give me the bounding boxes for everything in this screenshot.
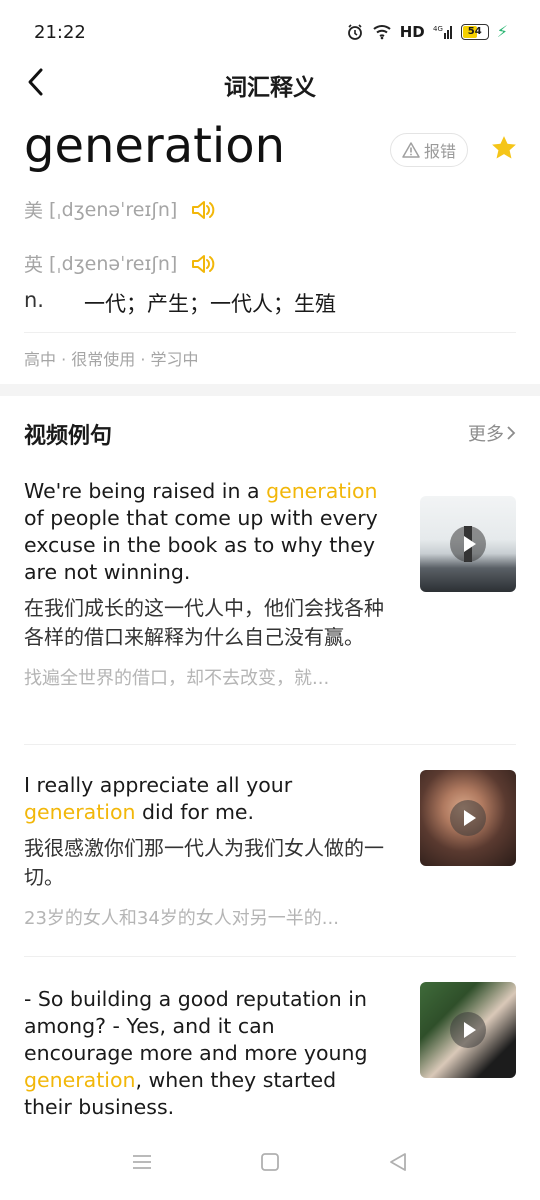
pron-us-label: 美 bbox=[24, 200, 44, 222]
pron-uk-label: 英 bbox=[24, 254, 44, 276]
more-label: 更多 bbox=[468, 424, 504, 445]
divider bbox=[24, 332, 516, 333]
warning-icon bbox=[402, 142, 420, 158]
play-icon bbox=[450, 800, 486, 836]
pronunciation-uk: 英 [ˌdʒenəˈreɪʃn] bbox=[24, 250, 217, 277]
keyword-highlight: generation bbox=[24, 800, 136, 824]
video-thumbnail[interactable] bbox=[420, 982, 516, 1078]
status-icons: HD 4G 54 ⚡ bbox=[346, 22, 508, 41]
speaker-icon[interactable] bbox=[191, 199, 217, 221]
keyword-highlight: generation bbox=[266, 479, 378, 503]
top-nav: 词汇释义 bbox=[0, 56, 540, 108]
example-item[interactable]: I really appreciate all your generation … bbox=[24, 770, 516, 930]
example-zh: 在我们成长的这一代人中，他们会找各种各样的借口来解释为什么自己没有赢。 bbox=[24, 596, 384, 649]
pron-us-phonetic: [ˌdʒenəˈreɪʃn] bbox=[49, 198, 178, 221]
example-source: 找遍全世界的借口，却不去改变，就... bbox=[24, 668, 330, 689]
section-separator bbox=[0, 384, 540, 396]
play-icon bbox=[450, 526, 486, 562]
definition-row: n. 一代；产生；一代人；生殖 bbox=[24, 288, 336, 318]
menu-icon[interactable] bbox=[131, 1152, 153, 1172]
word-tags: 高中 · 很常使用 · 学习中 bbox=[24, 350, 199, 369]
example-item[interactable]: We're being raised in a generation of pe… bbox=[24, 478, 516, 690]
report-label: 报错 bbox=[423, 142, 456, 161]
play-icon bbox=[450, 1012, 486, 1048]
example-item[interactable]: - So building a good reputation in among… bbox=[24, 982, 516, 1121]
page-title: 词汇释义 bbox=[224, 75, 316, 101]
section-title: 视频例句 bbox=[24, 424, 113, 449]
pron-uk-phonetic: [ˌdʒenəˈreɪʃn] bbox=[49, 252, 178, 275]
definition-text: 一代；产生；一代人；生殖 bbox=[84, 292, 336, 316]
example-en: We're being raised in a generation of pe… bbox=[24, 479, 378, 584]
network-label: HD bbox=[399, 22, 425, 41]
status-time: 21:22 bbox=[34, 22, 86, 43]
keyword-highlight: generation bbox=[24, 1068, 136, 1092]
pronunciation-us: 美 [ˌdʒenəˈreɪʃn] bbox=[24, 196, 217, 223]
divider bbox=[24, 744, 516, 745]
home-icon[interactable] bbox=[259, 1152, 281, 1172]
speaker-icon[interactable] bbox=[191, 253, 217, 275]
system-nav-bar bbox=[0, 1132, 540, 1200]
chevron-right-icon bbox=[507, 426, 516, 440]
back-triangle-icon[interactable] bbox=[387, 1152, 409, 1172]
headword: generation bbox=[24, 118, 286, 174]
example-en: - So building a good reputation in among… bbox=[24, 987, 368, 1119]
signal-icon: 4G bbox=[433, 25, 452, 39]
alarm-icon bbox=[347, 23, 362, 40]
status-bar: 21:22 HD 4G 54 ⚡ bbox=[0, 0, 540, 64]
video-thumbnail[interactable] bbox=[420, 770, 516, 866]
part-of-speech: n. bbox=[24, 288, 44, 312]
svg-text:4G: 4G bbox=[433, 25, 443, 33]
charging-icon: ⚡ bbox=[496, 22, 508, 41]
video-thumbnail[interactable] bbox=[420, 496, 516, 592]
wifi-icon bbox=[373, 24, 391, 39]
example-en: I really appreciate all your generation … bbox=[24, 773, 293, 824]
more-button[interactable]: 更多 bbox=[468, 420, 516, 446]
star-icon[interactable] bbox=[490, 134, 518, 162]
divider bbox=[24, 956, 516, 957]
report-button[interactable]: 报错 bbox=[390, 133, 468, 167]
example-zh: 我很感激你们那一代人为我们女人做的一切。 bbox=[24, 836, 384, 889]
example-source: 23岁的女人和34岁的女人对另一半的... bbox=[24, 908, 339, 929]
battery-indicator: 54 bbox=[460, 23, 489, 40]
